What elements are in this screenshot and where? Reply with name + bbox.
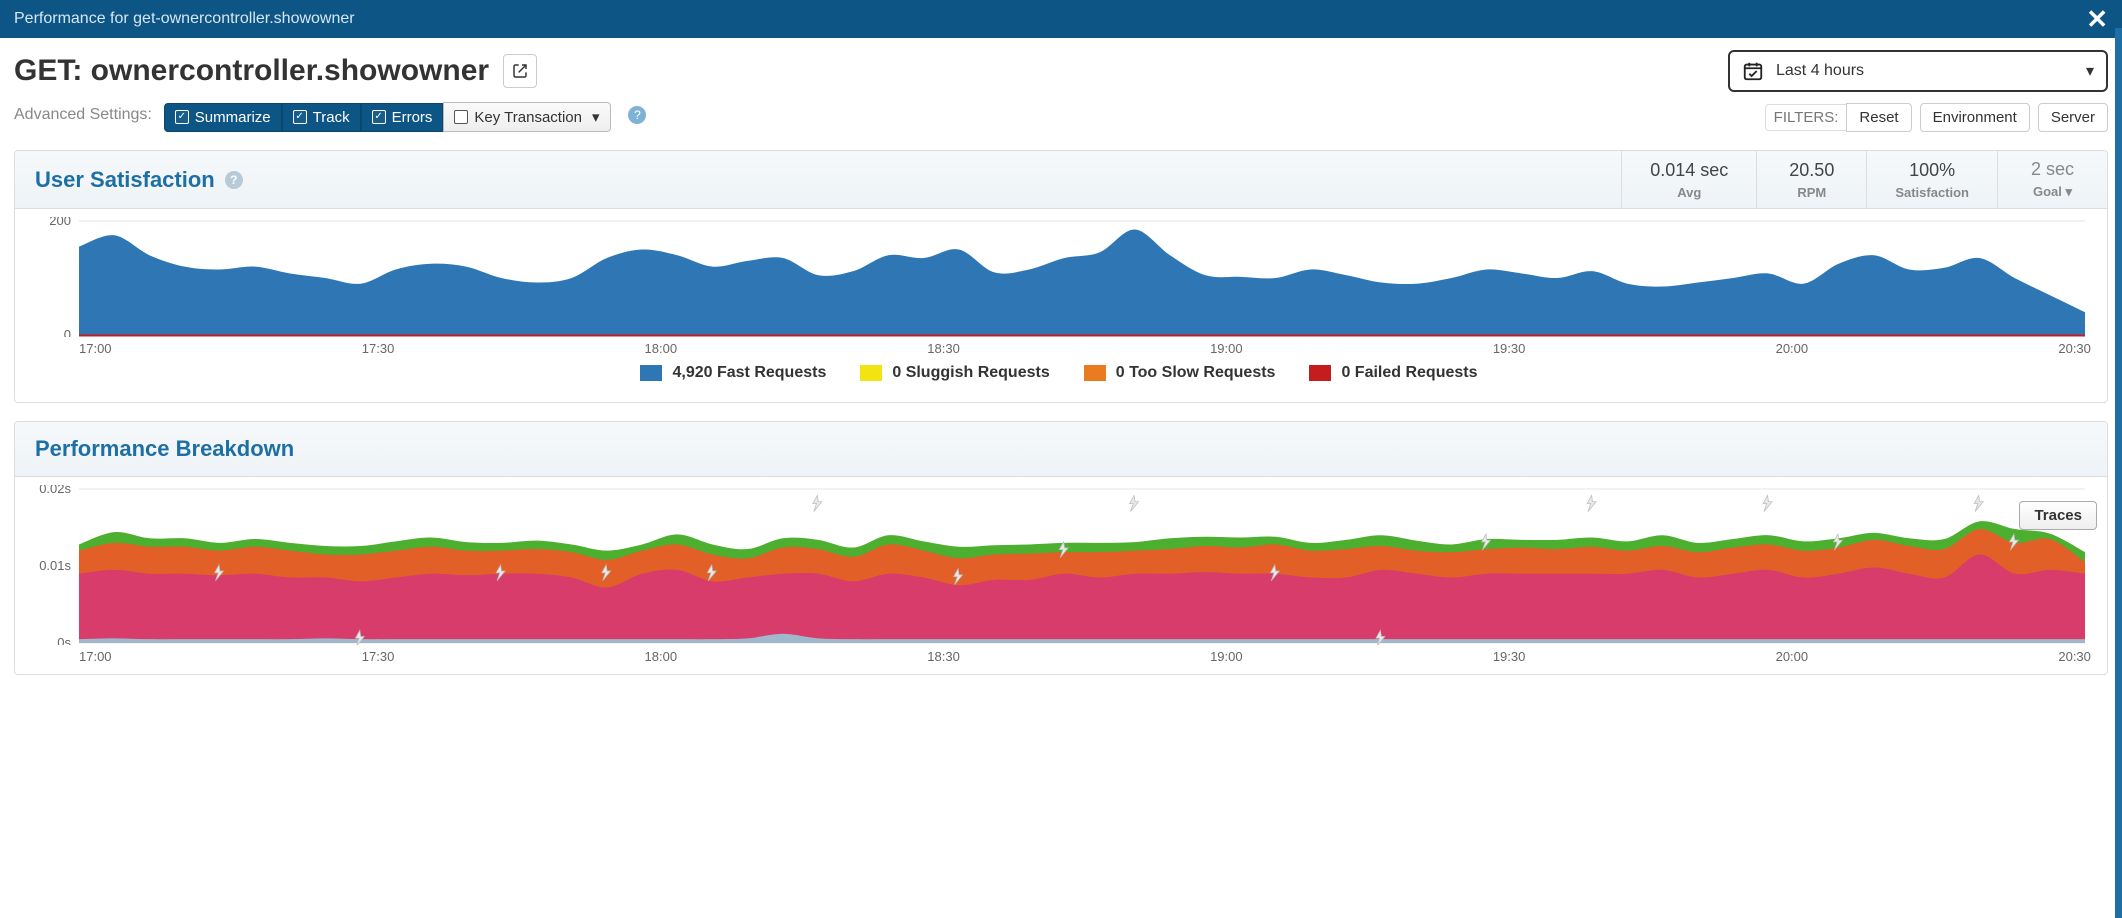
x-tick: 19:00	[1210, 649, 1243, 664]
open-external-button[interactable]	[503, 54, 537, 88]
x-tick: 19:30	[1493, 649, 1526, 664]
x-tick: 20:00	[1776, 341, 1809, 356]
x-tick: 17:30	[362, 341, 395, 356]
calendar-icon	[1742, 60, 1764, 82]
filters-label: FILTERS:	[1765, 104, 1847, 131]
svg-text:0: 0	[64, 327, 71, 337]
satisfaction-chart: 0 200 17:00 17:30 18:00 18:30 19:00 19:30 20:00…	[15, 209, 2107, 402]
x-tick: 17:00	[79, 341, 112, 356]
panel-header: User Satisfaction ? 0.014 secAvg 20.50RP…	[15, 151, 2107, 209]
x-axis-ticks: 17:00 17:30 18:00 18:30 19:00 19:30 20:00 20:30	[27, 645, 2091, 664]
x-axis-ticks: 17:00 17:30 18:00 18:30 19:00 19:30 20:00 20:30	[27, 337, 2091, 356]
page-title: GET: ownercontroller.showowner	[14, 54, 537, 88]
title-row: GET: ownercontroller.showowner Last 4 ho…	[0, 38, 2122, 98]
close-icon[interactable]: ✕	[2086, 6, 2108, 32]
legend-failed[interactable]: 0 Failed Requests	[1309, 364, 1477, 382]
reset-filters-button[interactable]: Reset	[1846, 103, 1911, 132]
svg-text:0.02s: 0.02s	[39, 485, 71, 496]
svg-text:0.01s: 0.01s	[39, 558, 71, 573]
panel-title: User Satisfaction ?	[15, 151, 1621, 208]
panel-title: Performance Breakdown	[15, 422, 2107, 476]
errors-toggle[interactable]: ✓Errors	[361, 103, 444, 132]
server-filter-button[interactable]: Server	[2038, 103, 2108, 132]
help-icon[interactable]: ?	[225, 171, 243, 189]
user-satisfaction-panel: User Satisfaction ? 0.014 secAvg 20.50RP…	[14, 150, 2108, 403]
check-icon: ✓	[293, 110, 307, 124]
track-toggle[interactable]: ✓Track	[282, 103, 361, 132]
x-tick: 17:30	[362, 649, 395, 664]
modal-header: Performance for get-ownercontroller.show…	[0, 0, 2122, 38]
legend-slow[interactable]: 0 Too Slow Requests	[1084, 364, 1276, 382]
legend-sluggish[interactable]: 0 Sluggish Requests	[860, 364, 1049, 382]
performance-breakdown-panel: Performance Breakdown Traces 0s0.01s0.02…	[14, 421, 2108, 675]
x-tick: 18:00	[645, 341, 678, 356]
time-range-picker[interactable]: Last 4 hours ▾	[1728, 50, 2108, 92]
x-tick: 18:30	[927, 649, 960, 664]
legend-fast[interactable]: 4,920 Fast Requests	[640, 364, 826, 382]
toolbar-row: Advanced Settings: ✓Summarize ✓Track ✓Er…	[0, 98, 2122, 144]
key-transaction-toggle[interactable]: Key Transaction▾	[443, 102, 610, 132]
summarize-toggle[interactable]: ✓Summarize	[164, 103, 282, 132]
chevron-down-icon: ▾	[2086, 61, 2094, 81]
x-tick: 19:30	[1493, 341, 1526, 356]
svg-text:200: 200	[49, 217, 71, 228]
help-icon[interactable]: ?	[628, 106, 646, 124]
advanced-settings-toolbar: Advanced Settings: ✓Summarize ✓Track ✓Er…	[14, 102, 646, 132]
external-link-icon	[512, 63, 528, 79]
x-tick: 18:30	[927, 341, 960, 356]
environment-filter-button[interactable]: Environment	[1920, 103, 2030, 132]
chevron-down-icon: ▾	[592, 108, 600, 126]
uncheck-icon	[454, 110, 468, 124]
scrollbar[interactable]	[2115, 28, 2122, 918]
svg-text:0s: 0s	[57, 635, 71, 645]
panel-header: Performance Breakdown	[15, 422, 2107, 477]
stat-satisfaction: 100%Satisfaction	[1866, 151, 1997, 208]
stat-goal[interactable]: 2 secGoal ▾	[1997, 151, 2107, 208]
x-tick: 20:00	[1776, 649, 1809, 664]
check-icon: ✓	[175, 110, 189, 124]
x-tick: 18:00	[645, 649, 678, 664]
page-title-text: GET: ownercontroller.showowner	[14, 54, 489, 88]
x-tick: 20:30	[2058, 649, 2091, 664]
modal-title: Performance for get-ownercontroller.show…	[14, 10, 355, 28]
satisfaction-chart-area[interactable]: 0 200	[27, 217, 2091, 337]
filters-bar: FILTERS: Reset Environment Server	[1765, 103, 2108, 132]
x-tick: 17:00	[79, 649, 112, 664]
satisfaction-legend: 4,920 Fast Requests 0 Sluggish Requests …	[27, 356, 2091, 392]
chevron-down-icon: ▾	[2066, 184, 2073, 199]
stat-avg: 0.014 secAvg	[1621, 151, 1756, 208]
check-icon: ✓	[372, 110, 386, 124]
advanced-settings-label: Advanced Settings:	[14, 106, 152, 123]
x-tick: 19:00	[1210, 341, 1243, 356]
breakdown-chart: Traces 0s0.01s0.02s 17:0017:3018:0018:30…	[15, 477, 2107, 674]
time-range-label: Last 4 hours	[1776, 62, 1864, 80]
stat-rpm: 20.50RPM	[1756, 151, 1866, 208]
x-tick: 20:30	[2058, 341, 2091, 356]
breakdown-chart-area[interactable]: 0s 0.01s 0.02s	[27, 485, 2091, 645]
